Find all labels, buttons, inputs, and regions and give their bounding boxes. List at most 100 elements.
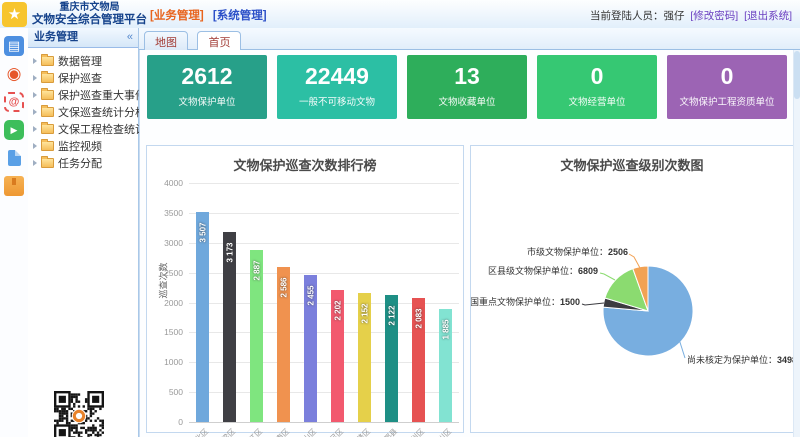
header-menu: [业务管理] [系统管理] (150, 7, 273, 23)
menu-business-mgmt[interactable]: [业务管理] (150, 10, 204, 22)
layout-icon[interactable]: ▤ (4, 36, 24, 56)
stat-label: 文物保护工程资质单位 (667, 94, 787, 108)
pie-chart: 市级文物保护单位：2506区县级文物保护单位：6809全国重点文物保护单位：15… (471, 174, 793, 426)
expand-arrow-icon[interactable] (33, 75, 37, 81)
gridline (189, 213, 459, 214)
sidebar-item[interactable]: 任务分配 (30, 154, 136, 171)
expand-arrow-icon[interactable] (33, 92, 37, 98)
sidebar-item[interactable]: 数据管理 (30, 52, 136, 69)
bar-chart-title: 文物保护巡查次数排行榜 (147, 155, 463, 174)
pie-slice-label: 区县级文物保护单位：6809 (488, 265, 598, 276)
bar-value-label: 2 122 (387, 294, 396, 338)
pie-leader-line (582, 303, 604, 305)
sidebar: 业务管理 « 数据管理保护巡查保护巡查重大事件文保巡查统计分析文保工程检查统计分… (28, 28, 139, 437)
tab-bar: 地图 首页 (139, 28, 800, 50)
change-password-link[interactable]: [修改密码] (690, 10, 738, 22)
bar-value-label: 2 586 (279, 266, 288, 310)
sidebar-item-label: 任务分配 (58, 155, 102, 171)
folder-icon (41, 56, 54, 66)
page-title: 文物安全综合管理平台 (32, 14, 147, 27)
sidebar-item-label: 监控视频 (58, 138, 102, 154)
top-header: ★ 重庆市文物局 文物安全综合管理平台 [业务管理] [系统管理] 当前登陆人员… (0, 0, 800, 29)
expand-arrow-icon[interactable] (33, 160, 37, 166)
app-title-block: 重庆市文物局 文物安全综合管理平台 (32, 1, 147, 27)
weibo-icon[interactable]: ◉ (4, 64, 24, 84)
vertical-scrollbar[interactable] (793, 50, 800, 437)
menu-system-mgmt[interactable]: [系统管理] (213, 10, 267, 22)
bar-value-label: 2 083 (414, 296, 423, 340)
y-tick-label: 0 (153, 417, 183, 427)
pie-slice-label: 全国重点文物保护单位：1500 (471, 296, 580, 307)
y-tick-label: 1000 (153, 357, 183, 367)
main-content: 2612 文物保护单位 22449 一般不可移动文物 13 文物收藏单位 0 文… (139, 50, 800, 437)
bar-value-label: 2 455 (306, 274, 315, 318)
y-tick-label: 3500 (153, 208, 183, 218)
bar-value-label: 2 152 (360, 292, 369, 336)
qr-code (54, 391, 104, 437)
stat-card-business-units: 0 文物经营单位 (537, 55, 657, 119)
y-tick-label: 2500 (153, 268, 183, 278)
scrollbar-thumb[interactable] (794, 51, 800, 99)
stat-card-protected-units: 2612 文物保护单位 (147, 55, 267, 119)
bar-value-label: 2 202 (333, 289, 342, 333)
expand-arrow-icon[interactable] (33, 58, 37, 64)
at-icon[interactable]: @ (4, 92, 24, 112)
sidebar-item[interactable]: 监控视频 (30, 137, 136, 154)
package-icon[interactable] (4, 176, 24, 196)
sidebar-header: 业务管理 « (28, 28, 138, 48)
bar-chart-plot: 050010001500200025003000350040003 507渝北区… (189, 183, 459, 422)
expand-arrow-icon[interactable] (33, 143, 37, 149)
pie-slice-label: 尚未核定为保护单位：34981 (687, 354, 793, 365)
pie-leader-line (629, 254, 640, 268)
sidebar-item[interactable]: 文保巡查统计分析 (30, 103, 136, 120)
bar-value-label: 3 507 (198, 211, 207, 255)
stat-card-immovable-relics: 22449 一般不可移动文物 (277, 55, 397, 119)
sidebar-item[interactable]: 保护巡查重大事件 (30, 86, 136, 103)
sidebar-item-label: 数据管理 (58, 53, 102, 69)
stat-card-qualification-units: 0 文物保护工程资质单位 (667, 55, 787, 119)
stat-cards-row: 2612 文物保护单位 22449 一般不可移动文物 13 文物收藏单位 0 文… (147, 55, 787, 119)
expand-arrow-icon[interactable] (33, 109, 37, 115)
folder-icon (41, 141, 54, 151)
y-tick-label: 4000 (153, 178, 183, 188)
expand-arrow-icon[interactable] (33, 126, 37, 132)
folder-icon (41, 124, 54, 134)
current-user-info: 当前登陆人员：强仔 [修改密码] [退出系统] (590, 8, 792, 23)
sidebar-item[interactable]: 保护巡查 (30, 69, 136, 86)
stat-label: 文物经营单位 (537, 94, 657, 108)
sidebar-collapse-icon[interactable]: « (127, 28, 133, 47)
stat-card-collection-units: 13 文物收藏单位 (407, 55, 527, 119)
stat-label: 文物收藏单位 (407, 94, 527, 108)
current-user-name: 强仔 (663, 10, 684, 22)
sidebar-item-label: 保护巡查 (58, 70, 102, 86)
pie-chart-panel: 文物保护巡查级别次数图 市级文物保护单位：2506区县级文物保护单位：6809全… (470, 145, 794, 433)
stat-value: 0 (537, 63, 657, 90)
org-name: 重庆市文物局 (32, 1, 147, 14)
app-window: ★ 重庆市文物局 文物安全综合管理平台 [业务管理] [系统管理] 当前登陆人员… (0, 0, 800, 437)
y-tick-label: 500 (153, 387, 183, 397)
stat-label: 文物保护单位 (147, 94, 267, 108)
left-icon-strip: ▤ ◉ @ ▶ (0, 28, 29, 437)
star-logo-icon: ★ (2, 2, 27, 27)
bar-chart-panel: 文物保护巡查次数排行榜 巡查次数 05001000150020002500300… (146, 145, 464, 433)
y-tick-label: 3000 (153, 238, 183, 248)
stat-value: 2612 (147, 63, 267, 90)
gridline (189, 183, 459, 184)
logout-link[interactable]: [退出系统] (744, 10, 792, 22)
y-tick-label: 1500 (153, 327, 183, 337)
folder-icon (41, 90, 54, 100)
pie-chart-title: 文物保护巡查级别次数图 (471, 155, 793, 174)
sidebar-item[interactable]: 文保工程检查统计分析 (30, 120, 136, 137)
sidebar-title: 业务管理 (34, 31, 78, 43)
stat-value: 22449 (277, 63, 397, 90)
stat-value: 13 (407, 63, 527, 90)
stat-value: 0 (667, 63, 787, 90)
document-icon[interactable] (4, 148, 24, 168)
stat-label: 一般不可移动文物 (277, 94, 397, 108)
video-icon[interactable]: ▶ (4, 120, 24, 140)
sidebar-item-label: 文保巡查统计分析 (58, 104, 146, 120)
folder-icon (41, 158, 54, 168)
y-tick-label: 2000 (153, 298, 183, 308)
bar-value-label: 2 887 (252, 248, 261, 292)
x-axis-label: 渝北区 (160, 426, 210, 437)
